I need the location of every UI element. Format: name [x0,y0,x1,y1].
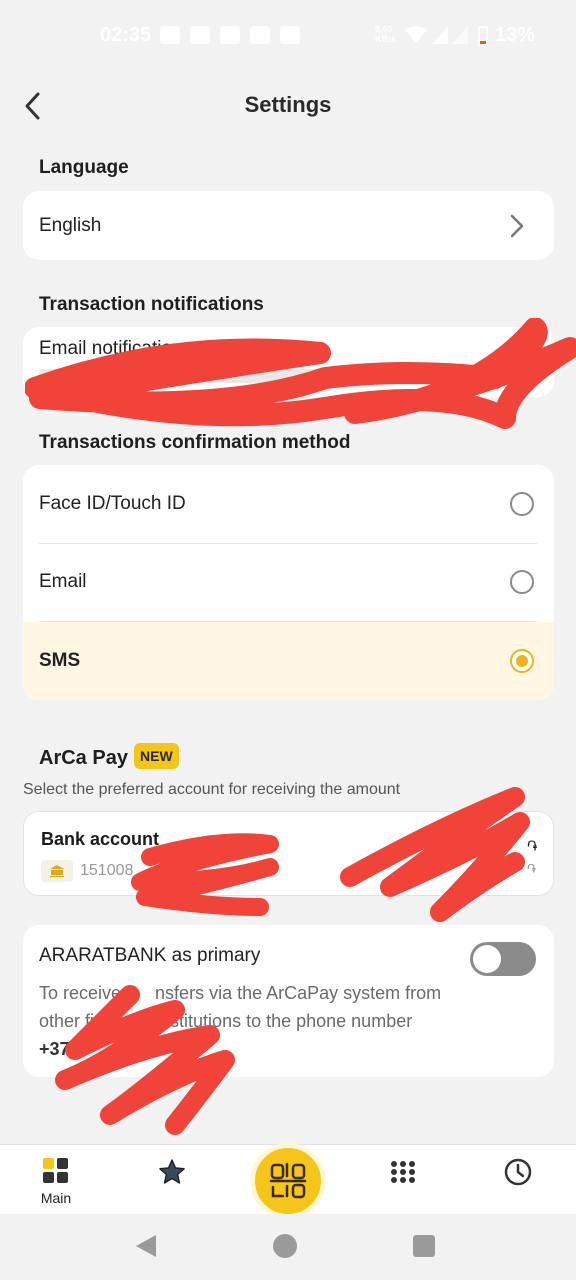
system-home-button[interactable] [273,1234,297,1258]
nav-main-label: Main [40,1190,72,1206]
facebook-icon [220,26,240,44]
signal-icon [432,26,468,49]
qr-icon [269,1162,307,1199]
desc-part: To receive tr [39,983,138,1003]
arcapay-subtitle: Select the preferred account for receivi… [23,781,401,798]
new-badge: NEW [134,743,179,769]
email-notifications-row[interactable]: Email notifications [23,327,554,397]
telegram-icon [160,26,180,44]
option-face-id[interactable]: Face ID/Touch ID [23,465,554,543]
bank-account-title: Bank account [41,829,160,849]
language-section-title: Language [39,157,129,178]
language-selector[interactable]: English [23,191,554,260]
battery-level: 13% [495,24,536,46]
face-id-radio[interactable] [510,492,534,516]
language-value: English [39,215,102,236]
system-back-button[interactable] [134,1233,158,1264]
nav-history[interactable] [503,1157,533,1187]
currency-symbol: ֏ [527,838,538,854]
confirmation-section-title: Transactions confirmation method [39,432,351,453]
bank-account-number: 151008 [80,862,134,879]
status-icons [160,26,300,44]
nav-main[interactable]: Main [36,1158,76,1206]
nav-services[interactable] [390,1160,416,1184]
email-notifications-label: Email notifications [39,338,193,359]
history-clock-icon [504,1158,532,1186]
star-icon [159,1159,185,1184]
notification-icon [280,26,300,44]
bank-icon [41,860,73,882]
currency-symbol-secondary: ֏ [527,862,536,876]
desc-part: cial i [124,1011,161,1031]
dots-grid-icon [391,1161,415,1183]
primary-bank-card: ARARATBANK as primary To receive tr nsfer… [23,925,554,1077]
triangle-back-icon [136,1235,156,1257]
facebook-icon-2 [250,26,270,44]
option-sms[interactable]: SMS [23,622,554,700]
option-email-label: Email [39,571,87,592]
sms-radio-selected[interactable] [510,649,534,673]
t-icon [190,26,210,44]
option-sms-label: SMS [39,650,81,671]
wifi-icon [405,26,427,49]
system-recents-button[interactable] [413,1235,435,1257]
qr-scan-button[interactable] [250,1143,326,1219]
notifications-section-title: Transaction notifications [39,294,264,315]
desc-part: stitutions to the phone number [170,1011,413,1031]
grid-icon [43,1158,68,1183]
confirmation-method-card: Face ID/Touch ID Email SMS [23,465,554,700]
primary-bank-toggle[interactable] [470,942,536,976]
option-email[interactable]: Email [23,544,554,622]
desc-part: other fi [39,1011,95,1031]
email-address-value [39,369,319,383]
primary-bank-description: To receive tr nsfers via the ArCaPay syst… [39,979,539,1063]
option-face-id-label: Face ID/Touch ID [39,493,186,514]
desc-part: nsfers via the ArCaPay system from [155,983,442,1003]
primary-bank-title: ARARATBANK as primary [39,945,261,966]
arcapay-title: ArCa Pay [39,747,128,769]
network-speed: 0.60 KB/s [375,24,396,44]
chevron-right-icon [510,214,524,238]
battery-icon [478,26,488,46]
phone-number: +374 [39,1039,80,1059]
status-time: 02:35 [100,24,152,46]
email-radio[interactable] [510,570,534,594]
page-title: Settings [244,92,332,117]
nav-favorites[interactable] [158,1158,186,1186]
bank-account-selector[interactable]: Bank account 151008 ֏ ֏ [23,811,554,896]
